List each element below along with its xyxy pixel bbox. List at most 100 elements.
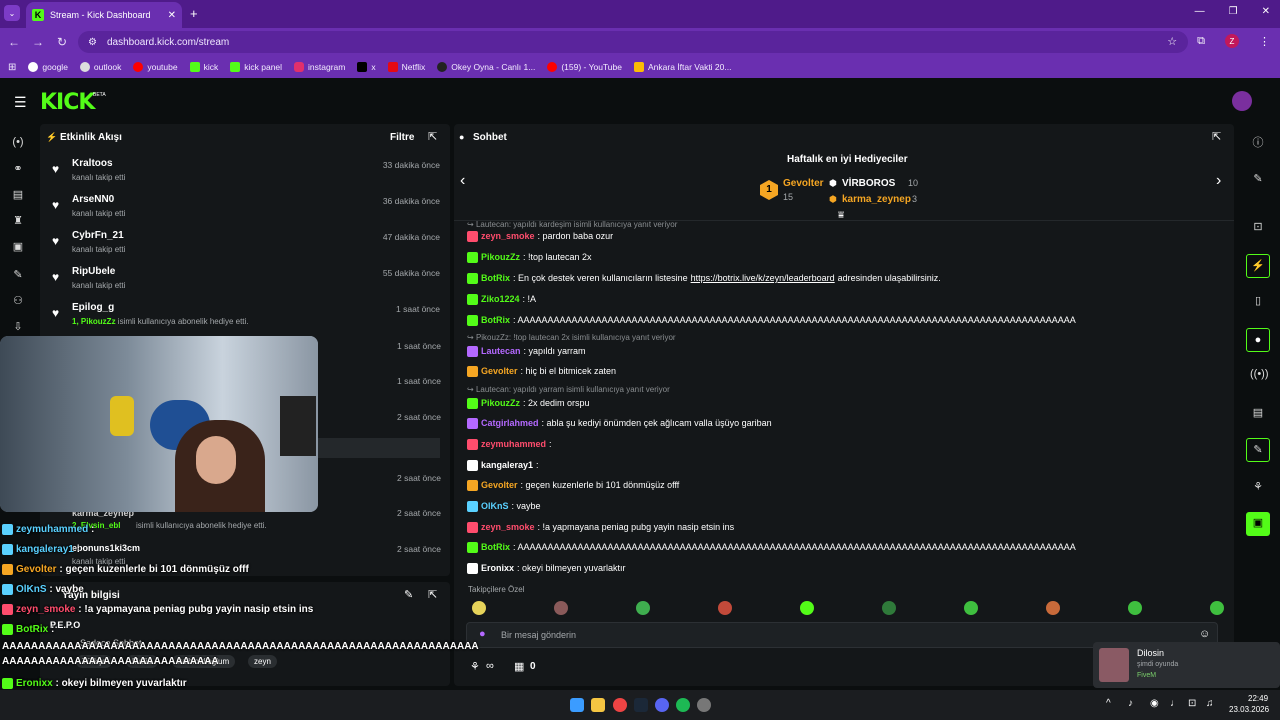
gifter-name[interactable]: VİRBOROS (842, 178, 895, 189)
bookmark[interactable]: Netflix (387, 62, 425, 72)
forward-icon[interactable]: → (26, 35, 50, 49)
chat-username[interactable]: Gevolter (481, 480, 518, 490)
chat-toggle-icon[interactable]: ● (1246, 328, 1270, 352)
quick-action-icon[interactable]: ⚡ (1246, 254, 1270, 278)
discord-icon[interactable] (655, 698, 669, 712)
trophy-icon[interactable]: ♜ (10, 214, 26, 230)
users-icon[interactable]: ⚇ (10, 294, 26, 310)
chat-username[interactable]: zeyn_smoke (481, 231, 535, 241)
gifter-name[interactable]: karma_zeynep (842, 194, 911, 205)
steam-icon[interactable] (634, 698, 648, 712)
download-icon[interactable]: ⇩ (10, 320, 26, 336)
emote-icon[interactable] (1046, 601, 1060, 615)
popout-icon[interactable]: ⇱ (1212, 130, 1221, 143)
tools-icon[interactable]: ✎ (1246, 438, 1270, 462)
user-avatar[interactable] (1232, 91, 1252, 111)
chrome-icon[interactable] (613, 698, 627, 712)
link-icon[interactable]: ⚭ (10, 162, 26, 178)
kick-logo[interactable]: KICK (40, 90, 95, 115)
site-info-icon[interactable]: ⚙ (88, 37, 97, 48)
chat-username[interactable]: OlKnS (481, 501, 509, 511)
filter-button[interactable]: Filtre (390, 132, 414, 143)
extensions-icon[interactable]: ⧉ (1197, 35, 1205, 48)
chat-username[interactable]: Eronixx (481, 563, 514, 573)
bookmark[interactable]: kick panel (230, 62, 282, 72)
chat-username[interactable]: Gevolter (481, 366, 518, 376)
event-name[interactable]: ArseNN0 (72, 194, 114, 205)
bookmark[interactable]: (159) - YouTube (547, 62, 622, 72)
event-name[interactable]: Kraltoos (72, 158, 113, 169)
emote-icon[interactable] (636, 601, 650, 615)
gifter-name[interactable]: Gevolter (783, 178, 824, 189)
apps-grid-icon[interactable]: ⊞ (8, 62, 16, 73)
next-arrow-icon[interactable]: › (1216, 172, 1221, 190)
emote-icon[interactable] (472, 601, 486, 615)
event-name[interactable]: RipUbele (72, 266, 115, 277)
network-icon[interactable]: ⊡ (1188, 698, 1196, 709)
event-name[interactable]: Epilog_g (72, 302, 114, 313)
tab-search-icon[interactable]: ⌄ (4, 5, 20, 21)
menu-icon[interactable]: ☰ (14, 94, 27, 111)
broadcast-icon[interactable]: ((•)) (1250, 368, 1269, 384)
start-icon[interactable] (570, 698, 584, 712)
chat-username[interactable]: zeyn_smoke (481, 522, 535, 532)
bookmark[interactable]: kick (189, 62, 218, 72)
reload-icon[interactable]: ↻ (50, 35, 74, 49)
info-icon[interactable]: ⓘ (1250, 134, 1266, 150)
spotify-icon[interactable] (676, 698, 690, 712)
minimize-icon[interactable]: — (1195, 6, 1205, 17)
explorer-icon[interactable] (591, 698, 605, 712)
clock-date[interactable]: 23.03.2026 (1229, 705, 1269, 714)
profile-avatar[interactable]: Z (1225, 34, 1239, 48)
bookmark[interactable]: instagram (294, 62, 345, 72)
bookmark[interactable]: youtube (133, 62, 178, 72)
camera-icon[interactable]: ⊡ (1250, 220, 1266, 236)
bookmark[interactable]: Okey Oyna - Canlı 1... (437, 62, 535, 72)
steam-tray-icon[interactable]: ◉ (1150, 698, 1159, 709)
mic-icon[interactable]: ● (479, 628, 486, 640)
emote-icon[interactable] (718, 601, 732, 615)
browser-tab[interactable]: K Stream - Kick Dashboard ✕ (26, 2, 182, 28)
share-icon[interactable]: ⚘ (1250, 480, 1266, 496)
emote-icon[interactable] (964, 601, 978, 615)
app-icon[interactable]: ▣ (1246, 512, 1270, 536)
back-icon[interactable]: ← (2, 35, 26, 49)
chat-username[interactable]: kangaleray1 (481, 460, 533, 470)
close-tab-icon[interactable]: ✕ (168, 10, 176, 21)
pencil-icon[interactable]: ✎ (1250, 172, 1266, 188)
browser-menu-icon[interactable]: ⋮ (1259, 35, 1270, 48)
new-tab-icon[interactable]: + (190, 6, 198, 21)
notes-icon[interactable]: ▯ (1250, 294, 1266, 310)
chat-username[interactable]: Ziko1224 (481, 294, 520, 304)
bookmark[interactable]: Ankara İftar Vakti 20... (634, 62, 731, 72)
chat-username[interactable]: BotRix (481, 273, 510, 283)
analytics-icon[interactable]: ▤ (10, 188, 26, 204)
chat-username[interactable]: PikouzZz (481, 252, 520, 262)
bookmark[interactable]: x (357, 62, 376, 72)
tray-icon[interactable]: ♪ (1128, 698, 1133, 709)
volume-icon[interactable]: ♫ (1206, 698, 1214, 709)
chat-username[interactable]: BotRix (481, 315, 510, 325)
bookmark[interactable]: google (28, 62, 68, 72)
tray-arrow-icon[interactable]: ^ (1106, 698, 1111, 709)
chat-username[interactable]: PikouzZz (481, 398, 520, 408)
video-icon[interactable]: ▣ (10, 240, 26, 256)
maximize-icon[interactable]: ❐ (1229, 6, 1238, 17)
window-close-icon[interactable]: ✕ (1262, 6, 1270, 17)
mic-tray-icon[interactable]: ♩ (1170, 698, 1180, 709)
bookmark[interactable]: outlook (79, 62, 121, 72)
clock-time[interactable]: 22:49 (1248, 694, 1268, 703)
prev-arrow-icon[interactable]: ‹ (460, 172, 465, 190)
chat-username[interactable]: Catgirlahmed (481, 418, 539, 428)
emote-icon[interactable] (882, 601, 896, 615)
emote-icon[interactable] (1210, 601, 1224, 615)
edit-icon[interactable]: ✎ (404, 588, 413, 601)
emote-icon[interactable] (1128, 601, 1142, 615)
gift-box-icon[interactable]: ▦ (514, 660, 524, 673)
points-icon[interactable]: ⚘ (470, 660, 480, 673)
chat-username[interactable]: zeymuhammed (481, 439, 546, 449)
chat-username[interactable]: Lautecan (481, 346, 521, 356)
popout-icon[interactable]: ⇱ (428, 588, 437, 601)
stream-icon[interactable]: (•) (10, 136, 26, 152)
event-name[interactable]: CybrFn_21 (72, 230, 124, 241)
